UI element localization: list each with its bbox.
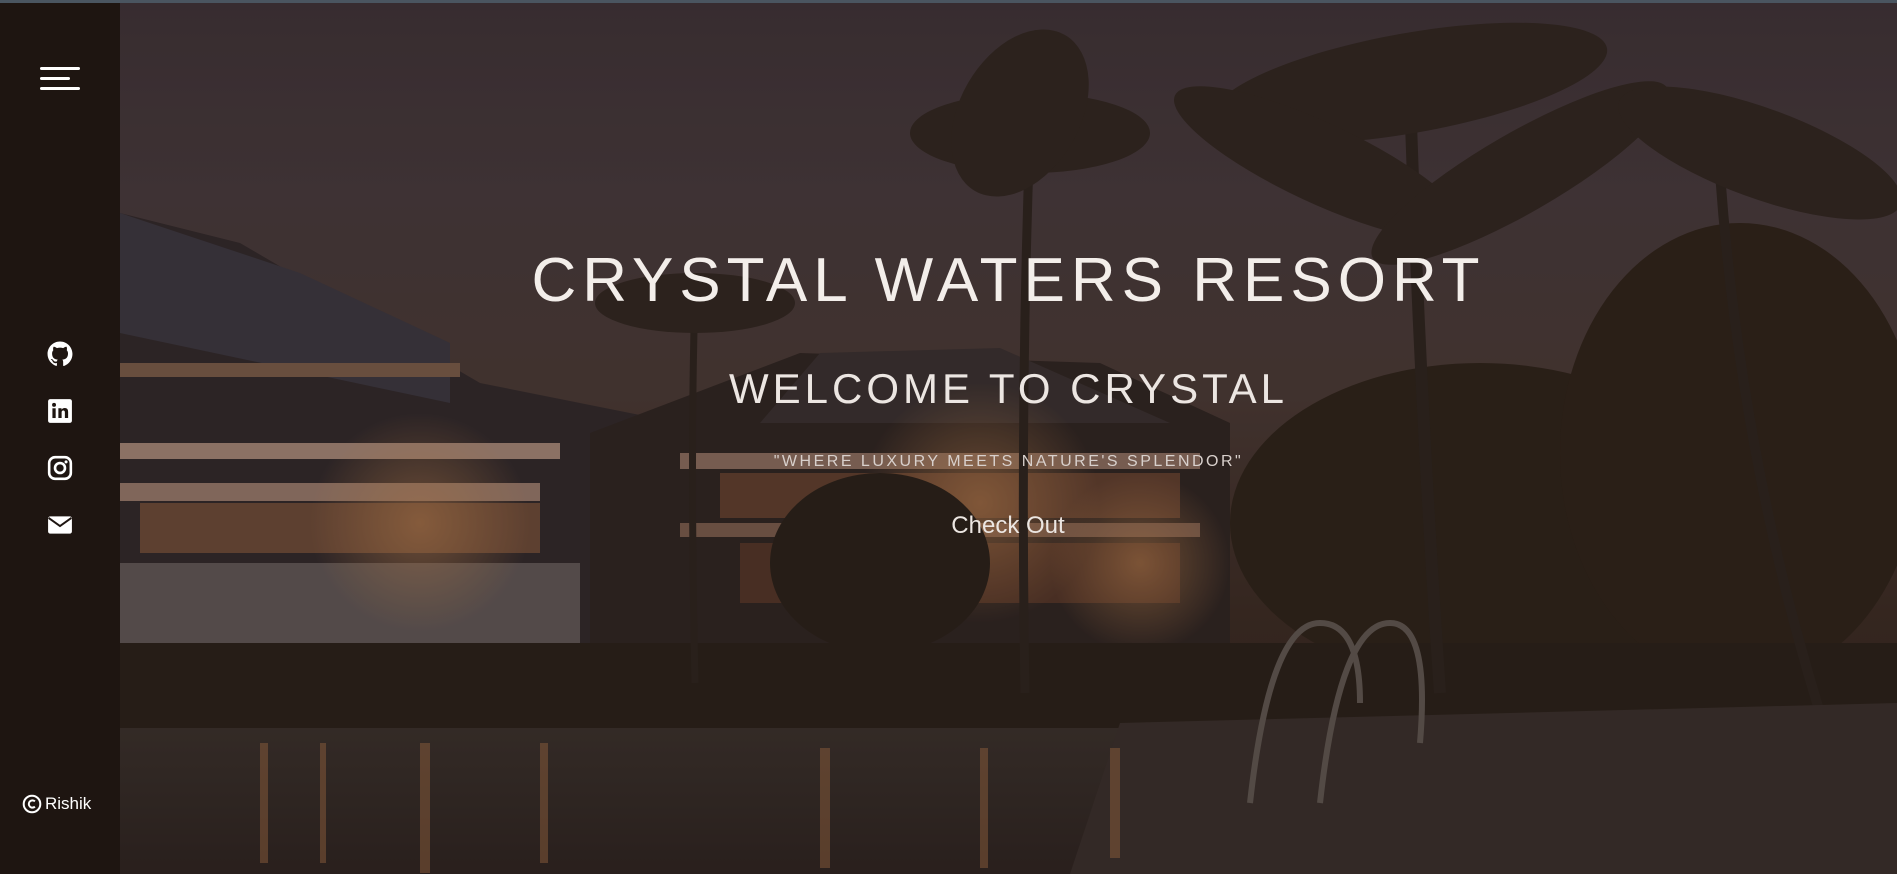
hamburger-menu-icon[interactable] — [38, 63, 82, 93]
envelope-icon[interactable] — [47, 512, 73, 538]
page-title: CRYSTAL WATERS RESORT — [531, 246, 1486, 315]
copyright-icon — [22, 794, 42, 814]
author-name: Rishik — [45, 794, 92, 813]
github-icon[interactable] — [47, 341, 73, 367]
footer-credit: Rishik — [22, 792, 91, 816]
tagline: "WHERE LUXURY MEETS NATURE'S SPLENDOR" — [773, 453, 1244, 470]
hero-section: CRYSTAL WATERS RESORT WELCOME TO CRYSTAL… — [120, 3, 1897, 874]
sidebar: Rishik — [0, 3, 120, 874]
welcome-heading: WELCOME TO CRYSTAL — [729, 365, 1288, 412]
linkedin-icon[interactable] — [47, 398, 73, 424]
check-out-button[interactable]: Check Out — [928, 507, 1088, 545]
instagram-icon[interactable] — [47, 455, 73, 481]
hero-content: CRYSTAL WATERS RESORT WELCOME TO CRYSTAL… — [120, 3, 1897, 874]
